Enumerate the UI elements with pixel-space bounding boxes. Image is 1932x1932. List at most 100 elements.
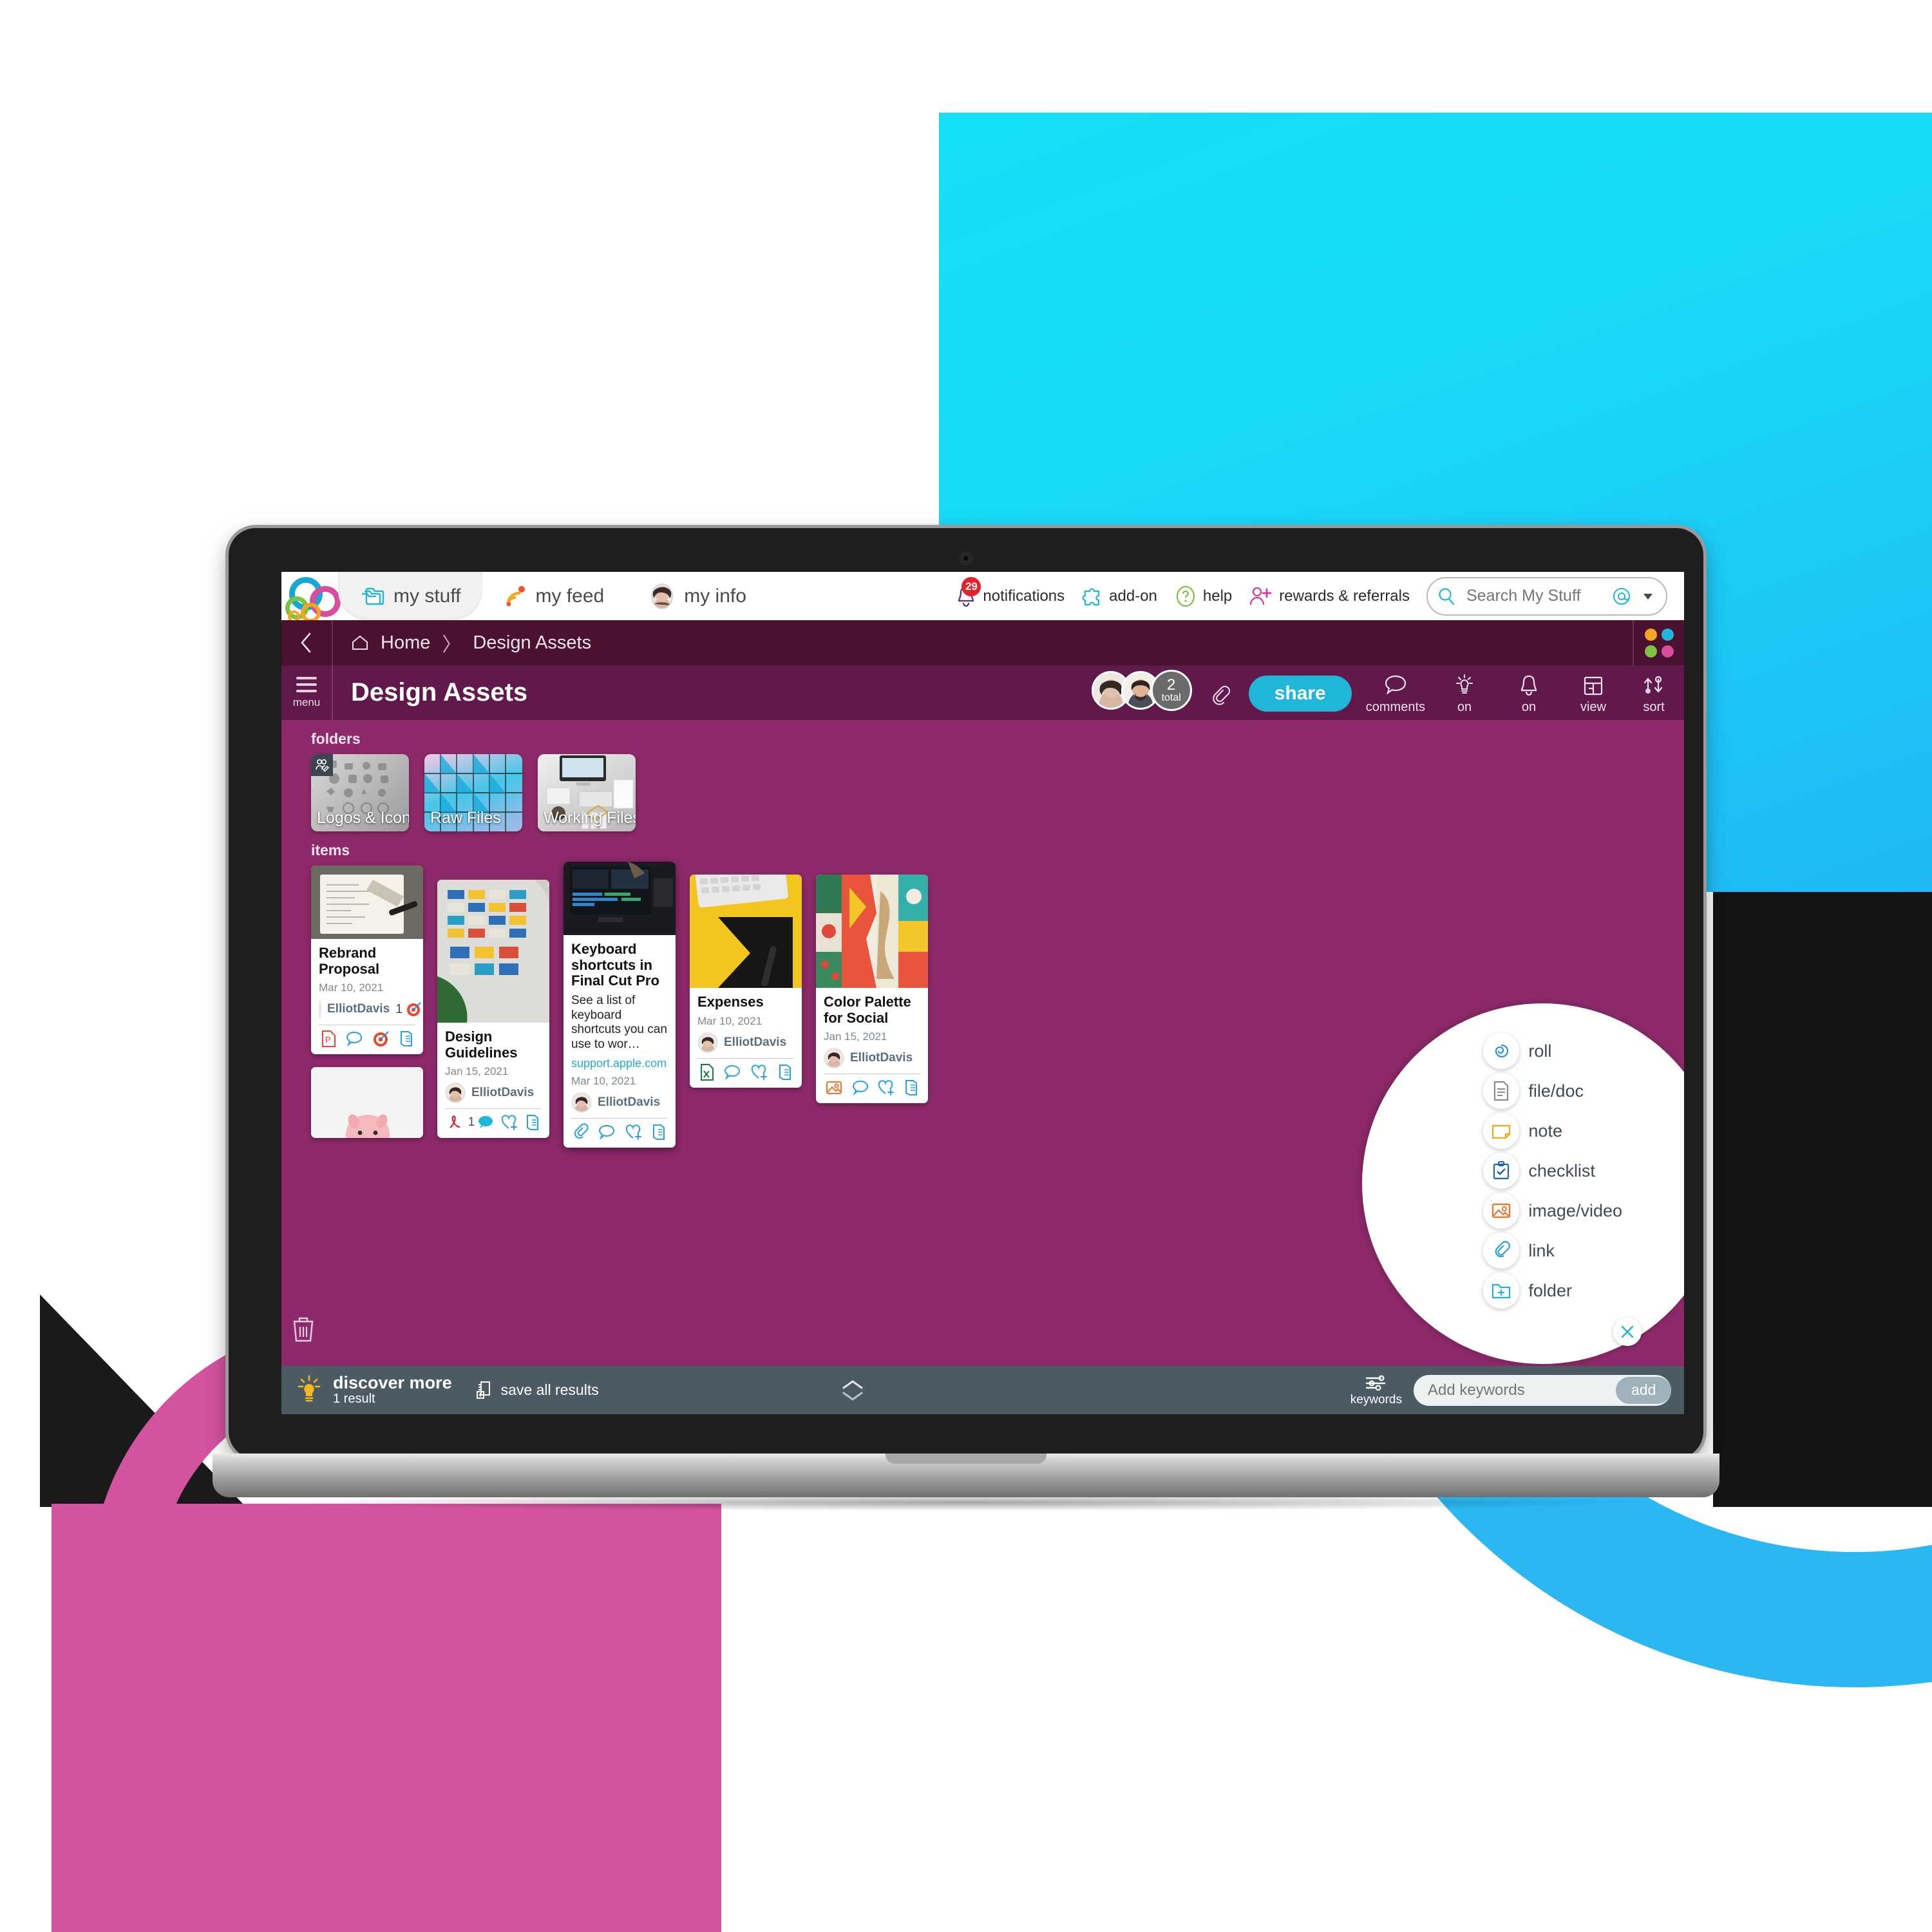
add-menu-item-note[interactable]: note	[1483, 1113, 1634, 1149]
item-card[interactable]: Color Palette for Social Jan 15, 2021 El…	[816, 875, 928, 1104]
app-logo-icon[interactable]	[281, 572, 341, 623]
pdf-icon[interactable]	[446, 1113, 462, 1132]
item-author-name: ElliotDavis	[850, 1051, 913, 1065]
item-card[interactable]: Expenses Mar 10, 2021 ElliotDavis	[690, 875, 802, 1088]
add-menu-item-image-video[interactable]: image/video	[1483, 1193, 1622, 1229]
folder-plus-icon	[1483, 1273, 1520, 1309]
heart-plus-icon[interactable]	[877, 1079, 895, 1096]
discover-title: discover more	[333, 1372, 452, 1392]
question-icon	[1174, 585, 1197, 608]
alerts-toggle[interactable]: on	[1504, 673, 1554, 720]
item-card[interactable]: Keyboard shortcuts in Final Cut Pro See …	[564, 862, 676, 1148]
sort-toggle[interactable]: sort	[1633, 674, 1675, 720]
tab-my-info[interactable]: my info	[626, 572, 768, 620]
comment-icon[interactable]	[345, 1030, 363, 1047]
folders-icon	[360, 585, 386, 608]
paperclip-icon[interactable]	[573, 1123, 589, 1141]
tab-my-stuff-label: my stuff	[393, 585, 461, 607]
item-author: ElliotDavis 1	[319, 999, 421, 1020]
tab-my-feed[interactable]: my feed	[482, 572, 626, 620]
comments-toggle[interactable]: comments	[1366, 673, 1425, 720]
item-card[interactable]: Rebrand Proposal Mar 10, 2021 ElliotDavi…	[311, 866, 423, 1055]
chevron-down-icon[interactable]	[1640, 589, 1656, 604]
item-card[interactable]	[311, 1067, 423, 1139]
search-container[interactable]	[1426, 576, 1667, 616]
avatar	[697, 1032, 718, 1053]
trash-button[interactable]	[289, 1314, 317, 1345]
add-menu-item-checklist[interactable]: checklist	[1483, 1153, 1622, 1189]
attach-link-button[interactable]	[1206, 684, 1235, 720]
grid-view-icon	[1581, 674, 1605, 697]
heart-plus-icon[interactable]	[750, 1064, 768, 1081]
item-title: Expenses	[697, 994, 764, 1010]
color-tags[interactable]	[1633, 620, 1684, 665]
item-card[interactable]: Design Guidelines Jan 15, 2021 ElliotDav…	[437, 880, 549, 1139]
item-actions: P	[319, 1025, 415, 1049]
item-title: Design Guidelines	[445, 1028, 518, 1061]
item-actions: 1	[445, 1109, 542, 1133]
avatar-total-badge: 2 total	[1150, 670, 1192, 711]
folder-card[interactable]: Working Files	[538, 754, 636, 831]
help-button[interactable]: help	[1174, 585, 1232, 608]
tab-my-stuff[interactable]: my stuff	[338, 572, 483, 620]
view-toggle[interactable]: view	[1568, 674, 1618, 720]
at-icon[interactable]	[1612, 587, 1631, 606]
comment-count[interactable]: 1	[468, 1115, 495, 1130]
comments-label: comments	[1365, 700, 1425, 714]
add-menu-item-file-doc[interactable]: file/doc	[1483, 1073, 1662, 1109]
save-all-results-button[interactable]: save all results	[475, 1380, 599, 1401]
chevron-down-icon[interactable]	[842, 1391, 864, 1401]
book-icon[interactable]	[525, 1113, 540, 1132]
comment-icon[interactable]	[723, 1064, 741, 1081]
search-input[interactable]	[1465, 586, 1603, 606]
heart-plus-icon[interactable]	[500, 1114, 518, 1131]
add-menu-item-link[interactable]: link	[1483, 1233, 1634, 1269]
menu-button[interactable]: menu	[281, 665, 333, 720]
book-icon[interactable]	[777, 1063, 793, 1081]
item-date: Mar 10, 2021	[319, 981, 384, 994]
rewards-referrals-button[interactable]: rewards & referrals	[1249, 585, 1410, 607]
webcam-icon	[959, 551, 973, 565]
excel-icon[interactable]	[699, 1063, 714, 1081]
keywords-input[interactable]	[1426, 1380, 1616, 1400]
item-actions	[697, 1059, 794, 1083]
chevron-up-icon[interactable]	[842, 1379, 864, 1390]
comment-icon[interactable]	[851, 1079, 869, 1096]
add-keyword-button[interactable]: add	[1615, 1376, 1672, 1404]
comment-icon[interactable]	[598, 1124, 616, 1141]
item-author: ElliotDavis	[824, 1048, 920, 1069]
book-icon[interactable]	[399, 1030, 414, 1048]
book-icon[interactable]	[651, 1123, 667, 1141]
keywords-input-container[interactable]: add	[1413, 1374, 1672, 1406]
folder-card[interactable]: Logos & Icons	[311, 754, 409, 831]
folder-card[interactable]: Raw Files	[424, 754, 522, 831]
add-menu-item-folder[interactable]: folder	[1483, 1273, 1662, 1309]
heart-plus-icon[interactable]	[625, 1124, 643, 1141]
book-icon[interactable]	[904, 1079, 919, 1097]
add-menu-close-button[interactable]	[1613, 1318, 1642, 1346]
bottom-bar: discover more 1 result save all results …	[281, 1366, 1684, 1414]
image-icon[interactable]	[825, 1079, 843, 1096]
item-title: Keyboard shortcuts in Final Cut Pro	[571, 941, 659, 989]
share-button[interactable]: share	[1248, 676, 1352, 712]
item-actions	[571, 1119, 668, 1142]
discover-more[interactable]: discover more 1 result	[281, 1372, 452, 1406]
home-icon[interactable]	[351, 634, 369, 651]
add-menu-item-roll[interactable]: roll	[1483, 1033, 1684, 1069]
highlights-toggle[interactable]: on	[1439, 673, 1490, 720]
back-button[interactable]	[281, 620, 333, 665]
paperclip-icon	[1209, 684, 1232, 707]
breadcrumb-home-label[interactable]: Home	[381, 632, 430, 654]
folders-grid: Logos & Icons Raw Files Working Files	[281, 754, 1684, 831]
avatar	[319, 999, 321, 1020]
keywords-button[interactable]: keywords	[1350, 1374, 1402, 1407]
item-link[interactable]: support.apple.com	[571, 1057, 668, 1070]
target-icon[interactable]	[372, 1030, 390, 1048]
page-title: Design Assets	[351, 678, 528, 706]
collaborator-avatars[interactable]: 2 total	[1091, 670, 1192, 711]
laptop-lid: my stuff my feed my info 29 notification…	[229, 528, 1703, 1459]
powerpoint-icon[interactable]: P	[320, 1030, 337, 1048]
addon-button[interactable]: add-on	[1081, 585, 1157, 607]
notifications-button[interactable]: 29 notifications	[955, 576, 1065, 608]
scroll-controls[interactable]	[842, 1379, 864, 1401]
